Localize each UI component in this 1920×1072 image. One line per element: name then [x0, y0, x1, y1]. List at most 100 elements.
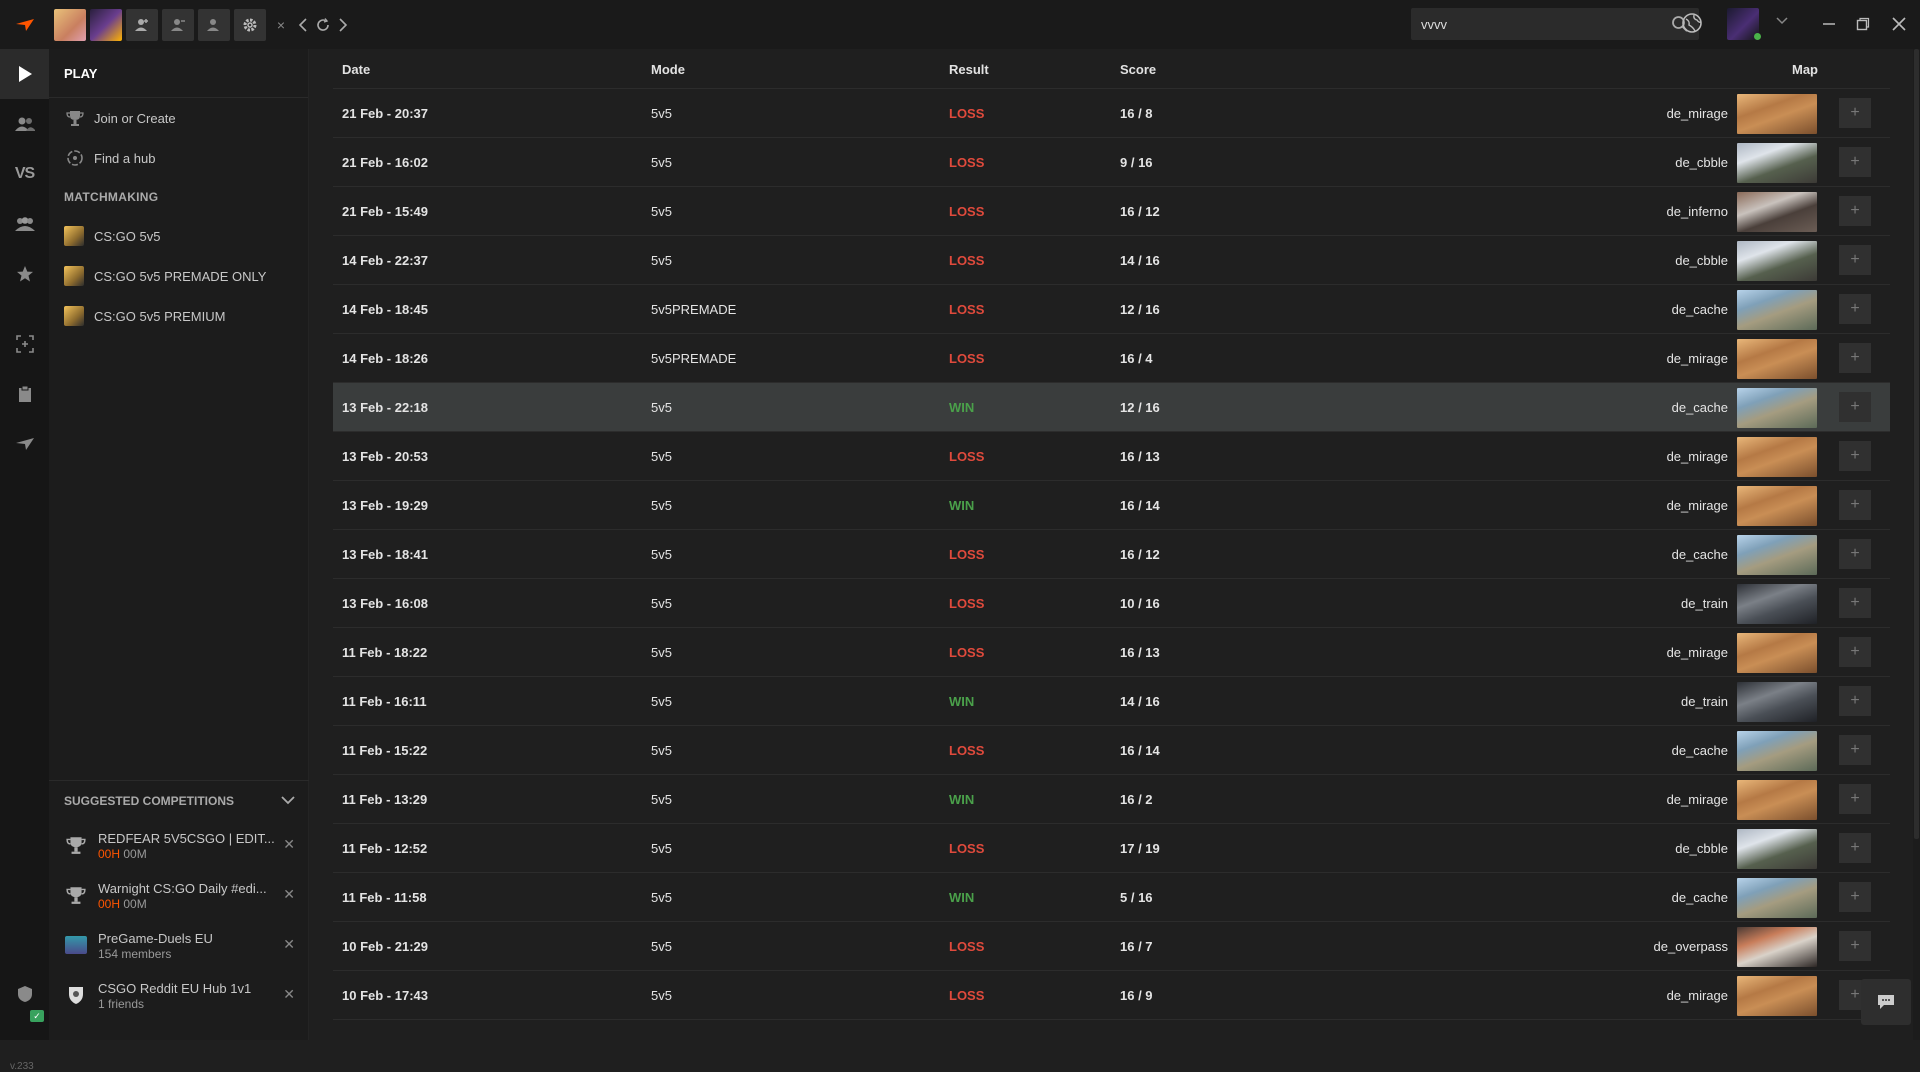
- match-score: 9 / 16: [1120, 155, 1153, 170]
- match-result: LOSS: [949, 351, 985, 366]
- expand-plus-icon[interactable]: +: [1839, 196, 1871, 226]
- table-row[interactable]: 14 Feb - 18:45 5v5PREMADE LOSS 12 / 16 de_ca…: [333, 285, 1890, 334]
- chevron-down-icon[interactable]: [281, 794, 295, 808]
- expand-plus-icon[interactable]: +: [1839, 588, 1871, 618]
- col-date[interactable]: Date: [342, 62, 370, 77]
- expand-plus-icon[interactable]: +: [1839, 882, 1871, 912]
- expand-plus-icon[interactable]: +: [1839, 637, 1871, 667]
- chevron-down-icon[interactable]: [1776, 14, 1788, 28]
- queue-csgo-5v5[interactable]: CS:GO 5v5: [49, 216, 308, 256]
- scrollbar[interactable]: [1913, 49, 1920, 1040]
- find-a-hub-link[interactable]: Find a hub: [49, 138, 308, 178]
- suggested-item[interactable]: Warnight CS:GO Daily #edi... 00H 00M ✕: [49, 870, 309, 920]
- close-tab-icon[interactable]: ×: [270, 9, 292, 41]
- table-row[interactable]: 21 Feb - 15:49 5v5 LOSS 16 / 12 de_inferno +: [333, 187, 1890, 236]
- match-score: 17 / 19: [1120, 841, 1160, 856]
- col-mode[interactable]: Mode: [651, 62, 685, 77]
- expand-plus-icon[interactable]: +: [1839, 294, 1871, 324]
- queue-csgo-5v5-premade[interactable]: CS:GO 5v5 PREMADE ONLY: [49, 256, 308, 296]
- chat-button[interactable]: [1861, 979, 1911, 1025]
- table-row[interactable]: 11 Feb - 13:29 5v5 WIN 16 / 2 de_mirage +: [333, 775, 1890, 824]
- star-icon[interactable]: [0, 249, 49, 299]
- table-row[interactable]: 13 Feb - 19:29 5v5 WIN 16 / 14 de_mirage +: [333, 481, 1890, 530]
- table-header: Date Mode Result Score Map: [333, 49, 1890, 89]
- col-map[interactable]: Map: [1792, 62, 1818, 77]
- table-row[interactable]: 21 Feb - 20:37 5v5 LOSS 16 / 8 de_mirage +: [333, 89, 1890, 138]
- maximize-icon[interactable]: [1851, 12, 1875, 36]
- faceit-logo[interactable]: [0, 0, 49, 49]
- focus-target-icon[interactable]: [0, 319, 49, 369]
- back-arrow-icon[interactable]: [294, 17, 312, 32]
- expand-plus-icon[interactable]: +: [1839, 539, 1871, 569]
- expand-plus-icon[interactable]: +: [1839, 392, 1871, 422]
- queue-csgo-5v5-premium[interactable]: CS:GO 5v5 PREMIUM: [49, 296, 308, 336]
- expand-plus-icon[interactable]: +: [1839, 490, 1871, 520]
- table-row[interactable]: 13 Feb - 22:18 5v5 WIN 12 / 16 de_cache +: [333, 383, 1890, 432]
- forward-arrow-icon[interactable]: [334, 17, 352, 32]
- table-row[interactable]: 11 Feb - 11:58 5v5 WIN 5 / 16 de_cache +: [333, 873, 1890, 922]
- friends-list-icon[interactable]: [198, 8, 230, 41]
- settings-gear-icon[interactable]: [234, 8, 266, 41]
- dismiss-icon[interactable]: ✕: [283, 936, 295, 953]
- teams-icon[interactable]: [0, 199, 49, 249]
- match-map-name: de_mirage: [1666, 106, 1728, 121]
- table-row[interactable]: 11 Feb - 16:11 5v5 WIN 14 / 16 de_train +: [333, 677, 1890, 726]
- table-row[interactable]: 14 Feb - 22:37 5v5 LOSS 14 / 16 de_cbble +: [333, 236, 1890, 285]
- table-row[interactable]: 13 Feb - 16:08 5v5 LOSS 10 / 16 de_train +: [333, 579, 1890, 628]
- expand-plus-icon[interactable]: +: [1839, 245, 1871, 275]
- minimize-icon[interactable]: [1817, 12, 1841, 36]
- table-row[interactable]: 14 Feb - 18:26 5v5PREMADE LOSS 16 / 4 de_mir…: [333, 334, 1890, 383]
- expand-plus-icon[interactable]: +: [1839, 784, 1871, 814]
- suggested-item[interactable]: REDFEAR 5V5CSGO | EDIT... 00H 00M ✕: [49, 820, 309, 870]
- table-row[interactable]: 10 Feb - 17:43 5v5 LOSS 16 / 9 de_mirage +: [333, 971, 1890, 1020]
- suggested-item[interactable]: PreGame-Duels EU 154 members ✕: [49, 920, 309, 970]
- map-thumbnail: [1737, 241, 1817, 281]
- friend-requests-icon[interactable]: [162, 8, 194, 41]
- table-row[interactable]: 11 Feb - 18:22 5v5 LOSS 16 / 13 de_mirage +: [333, 628, 1890, 677]
- clipboard-icon[interactable]: [0, 369, 49, 419]
- expand-plus-icon[interactable]: +: [1839, 735, 1871, 765]
- table-row[interactable]: 21 Feb - 16:02 5v5 LOSS 9 / 16 de_cbble +: [333, 138, 1890, 187]
- col-result[interactable]: Result: [949, 62, 989, 77]
- map-thumbnail: [1737, 388, 1817, 428]
- table-row[interactable]: 11 Feb - 15:22 5v5 LOSS 16 / 14 de_cache +: [333, 726, 1890, 775]
- expand-plus-icon[interactable]: +: [1839, 147, 1871, 177]
- match-result: WIN: [949, 694, 975, 709]
- join-or-create-link[interactable]: Join or Create: [49, 98, 308, 138]
- search-box[interactable]: [1411, 8, 1699, 40]
- col-score[interactable]: Score: [1120, 62, 1156, 77]
- expand-plus-icon[interactable]: +: [1839, 833, 1871, 863]
- search-input[interactable]: [1411, 16, 1651, 32]
- tab-avatar-profile[interactable]: [54, 8, 86, 41]
- faceit-rail-logo-icon[interactable]: [0, 419, 49, 469]
- versus-icon[interactable]: VS: [0, 149, 49, 199]
- tab-avatar-team[interactable]: [90, 8, 122, 41]
- refresh-icon[interactable]: [314, 17, 332, 32]
- suggested-competitions-header[interactable]: SUGGESTED COMPETITIONS: [49, 780, 309, 820]
- friends-icon[interactable]: [0, 99, 49, 149]
- match-mode: 5v5: [651, 792, 672, 807]
- dismiss-icon[interactable]: ✕: [283, 886, 295, 903]
- expand-plus-icon[interactable]: +: [1839, 98, 1871, 128]
- dismiss-icon[interactable]: ✕: [283, 836, 295, 853]
- table-row[interactable]: 13 Feb - 20:53 5v5 LOSS 16 / 13 de_mirage +: [333, 432, 1890, 481]
- expand-plus-icon[interactable]: +: [1839, 931, 1871, 961]
- table-row[interactable]: 10 Feb - 21:29 5v5 LOSS 16 / 7 de_overpass +: [333, 922, 1890, 971]
- match-map-name: de_cache: [1671, 743, 1728, 758]
- globe-language-icon[interactable]: [1681, 12, 1703, 39]
- dismiss-icon[interactable]: ✕: [283, 986, 295, 1003]
- close-window-icon[interactable]: [1887, 12, 1911, 36]
- expand-plus-icon[interactable]: +: [1839, 343, 1871, 373]
- expand-plus-icon[interactable]: +: [1839, 441, 1871, 471]
- hub-crest-icon: [64, 983, 88, 1007]
- play-icon[interactable]: [0, 49, 49, 99]
- match-result: LOSS: [949, 106, 985, 121]
- table-row[interactable]: 13 Feb - 18:41 5v5 LOSS 16 / 12 de_cache +: [333, 530, 1890, 579]
- match-result: LOSS: [949, 155, 985, 170]
- expand-plus-icon[interactable]: +: [1839, 686, 1871, 716]
- table-row[interactable]: 11 Feb - 12:52 5v5 LOSS 17 / 19 de_cbble +: [333, 824, 1890, 873]
- suggested-item[interactable]: CSGO Reddit EU Hub 1v1 1 friends ✕: [49, 970, 309, 1020]
- csgo-queue-icon: [64, 266, 84, 286]
- table-body: 21 Feb - 20:37 5v5 LOSS 16 / 8 de_mirage +21 …: [333, 89, 1890, 1020]
- add-friend-icon[interactable]: [126, 8, 158, 41]
